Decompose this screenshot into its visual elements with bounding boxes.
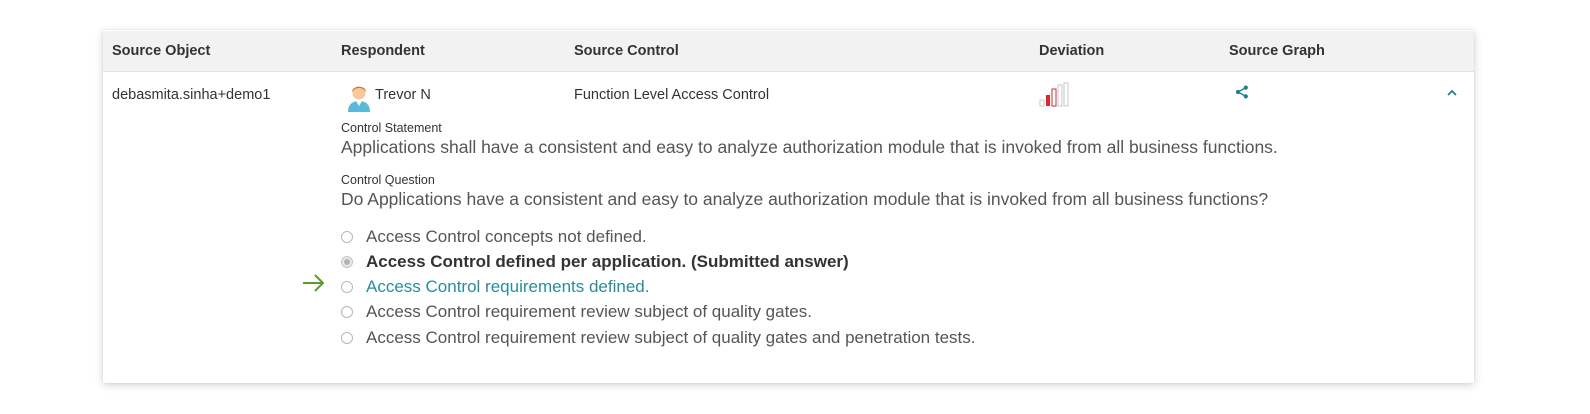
share-icon[interactable] <box>1235 85 1249 99</box>
arrow-right-icon <box>303 274 325 292</box>
table-header: Source Object Respondent Source Control … <box>103 31 1474 72</box>
control-statement-label: Control Statement <box>341 121 442 135</box>
control-question-label: Control Question <box>341 173 435 187</box>
source-control-value: Function Level Access Control <box>574 87 770 103</box>
answer-option-label: Access Control requirements defined. <box>366 277 650 296</box>
source-object-value: debasmita.sinha+demo1 <box>112 87 271 103</box>
header-source-object: Source Object <box>112 43 211 59</box>
header-deviation: Deviation <box>1039 43 1105 59</box>
radio-button[interactable] <box>341 306 353 318</box>
respondent-name: Trevor N <box>375 87 431 103</box>
deviation-bars-icon <box>1039 82 1069 107</box>
radio-button[interactable] <box>341 332 353 344</box>
answer-option-label: Access Control requirement review subjec… <box>366 328 976 347</box>
answer-option-label: Access Control concepts not defined. <box>366 227 647 246</box>
question-table: Source Object Respondent Source Control … <box>103 30 1474 383</box>
radio-button[interactable] <box>341 281 353 293</box>
answer-option-highlighted[interactable]: Access Control requirements defined. <box>341 277 649 297</box>
avatar <box>348 86 370 112</box>
radio-button-checked[interactable] <box>341 256 353 268</box>
header-source-graph: Source Graph <box>1229 43 1325 59</box>
answer-option-submitted[interactable]: Access Control defined per application. … <box>341 252 849 272</box>
answer-option-label: Access Control requirement review subjec… <box>366 302 812 321</box>
header-source-control: Source Control <box>574 43 679 59</box>
control-statement-text: Applications shall have a consistent and… <box>341 137 1278 157</box>
answer-option[interactable]: Access Control requirement review subjec… <box>341 328 976 348</box>
header-respondent: Respondent <box>341 43 425 59</box>
answer-option[interactable]: Access Control requirement review subjec… <box>341 302 812 322</box>
radio-button[interactable] <box>341 231 353 243</box>
chevron-up-icon[interactable] <box>1446 88 1458 98</box>
answer-option-label: Access Control defined per application. … <box>366 252 849 271</box>
control-question-text: Do Applications have a consistent and ea… <box>341 189 1269 209</box>
answer-option[interactable]: Access Control concepts not defined. <box>341 227 647 247</box>
